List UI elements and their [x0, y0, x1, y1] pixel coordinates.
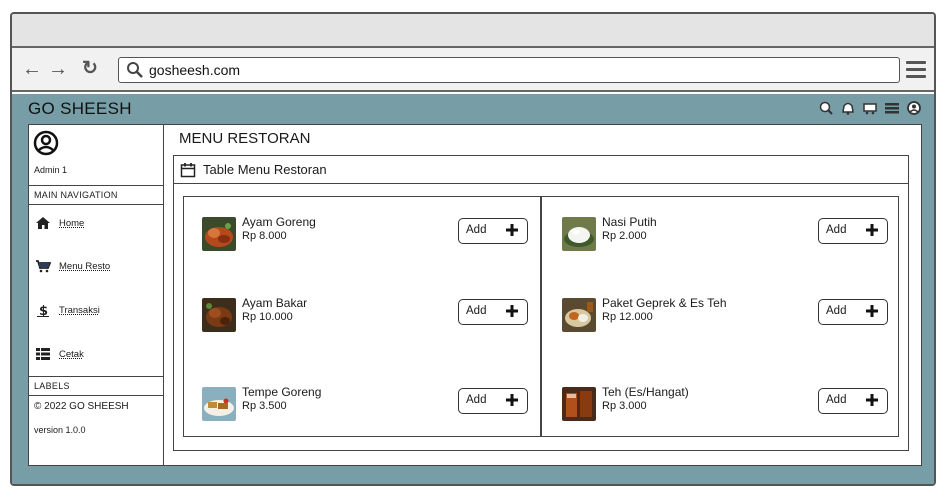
- sidebar-item-cetak[interactable]: Cetak: [35, 347, 84, 361]
- menu-item: Tempe Goreng Rp 3.500 Add: [202, 383, 542, 423]
- add-button-label: Add: [466, 224, 487, 236]
- add-button[interactable]: Add: [458, 299, 528, 325]
- search-icon: [127, 62, 143, 78]
- version-text: version 1.0.0: [34, 425, 86, 435]
- add-button-label: Add: [466, 394, 487, 406]
- calendar-icon: [180, 163, 196, 178]
- food-name: Ayam Goreng: [242, 215, 316, 229]
- arrow-right-icon[interactable]: →: [48, 58, 68, 80]
- plus-icon: [866, 224, 878, 236]
- sidebar-item-home[interactable]: Home: [35, 216, 84, 230]
- plus-icon: [866, 305, 878, 317]
- add-button-label: Add: [826, 305, 847, 317]
- menu-item: Ayam Goreng Rp 8.000 Add: [202, 213, 542, 253]
- add-button[interactable]: Add: [458, 388, 528, 414]
- food-name: Paket Geprek & Es Teh: [602, 296, 727, 310]
- user-icon[interactable]: [906, 101, 922, 115]
- add-button[interactable]: Add: [818, 388, 888, 414]
- plus-icon: [866, 394, 878, 406]
- menu-item: Nasi Putih Rp 2.000 Add: [562, 213, 902, 253]
- plus-icon: [506, 224, 518, 236]
- add-button[interactable]: Add: [818, 299, 888, 325]
- header-icons: [818, 101, 922, 115]
- food-price: Rp 10.000: [242, 311, 293, 323]
- home-icon: [36, 217, 50, 229]
- list-icon[interactable]: [884, 101, 900, 115]
- food-image-ayam-goreng: [202, 217, 236, 251]
- browser-window: ← → ↻ gosheesh.com GO SHEESH Admin 1 MAI…: [10, 12, 936, 486]
- add-button-label: Add: [466, 305, 487, 317]
- menu-item: Ayam Bakar Rp 10.000 Add: [202, 294, 542, 334]
- hamburger-menu-icon[interactable]: [906, 61, 926, 82]
- sidebar-item-label: Home: [59, 217, 85, 229]
- browser-toolbar: ← → ↻ gosheesh.com: [12, 48, 934, 92]
- arrow-left-icon[interactable]: ←: [22, 58, 42, 80]
- food-price: Rp 12.000: [602, 311, 653, 323]
- menu-item: Paket Geprek & Es Teh Rp 12.000 Add: [562, 294, 902, 334]
- sidebar-item-label: Cetak: [59, 348, 84, 360]
- reload-icon[interactable]: ↻: [82, 58, 98, 80]
- food-price: Rp 2.000: [602, 230, 647, 242]
- bell-icon[interactable]: [840, 101, 856, 115]
- food-price: Rp 3.500: [242, 400, 287, 412]
- menu-panel: Table Menu Restoran Ayam Goreng Rp 8.000…: [173, 155, 909, 451]
- add-button[interactable]: Add: [458, 218, 528, 244]
- food-image-ayam-bakar: [202, 298, 236, 332]
- plus-icon: [506, 394, 518, 406]
- food-image-teh: [562, 387, 596, 421]
- url-text: gosheesh.com: [149, 62, 241, 78]
- sidebar-item-label: Transaksi: [59, 304, 100, 316]
- food-name: Teh (Es/Hangat): [602, 385, 689, 399]
- food-image-nasi-putih: [562, 217, 596, 251]
- food-name: Nasi Putih: [602, 215, 657, 229]
- food-name: Ayam Bakar: [242, 296, 308, 310]
- panel-header: Table Menu Restoran: [174, 156, 908, 184]
- labels-header: LABELS: [29, 376, 163, 396]
- food-price: Rp 8.000: [242, 230, 287, 242]
- sidebar-item-menu-resto[interactable]: Menu Resto: [35, 259, 110, 273]
- app-area: GO SHEESH Admin 1 MAIN NAVIGATION Home M…: [12, 94, 934, 484]
- sidebar-item-label: Menu Resto: [59, 260, 111, 272]
- search-icon[interactable]: [818, 101, 834, 115]
- app-header: GO SHEESH: [12, 94, 934, 124]
- add-button[interactable]: Add: [818, 218, 888, 244]
- page-title: MENU RESTORAN: [179, 130, 311, 147]
- main-navigation-header: MAIN NAVIGATION: [29, 185, 163, 205]
- menu-item: Teh (Es/Hangat) Rp 3.000 Add: [562, 383, 902, 423]
- svg-text:$: $: [39, 304, 48, 317]
- panel-title: Table Menu Restoran: [203, 162, 327, 177]
- plus-icon: [506, 305, 518, 317]
- cart-icon[interactable]: [862, 101, 878, 115]
- food-price: Rp 3.000: [602, 400, 647, 412]
- menu-table: Ayam Goreng Rp 8.000 Add Nasi Putih Rp 2…: [183, 196, 899, 437]
- cart-icon: [36, 260, 51, 273]
- sidebar-item-transaksi[interactable]: $ Transaksi: [35, 303, 100, 317]
- sidebar: Admin 1 MAIN NAVIGATION Home Menu Resto …: [28, 124, 164, 466]
- table-icon: [36, 348, 50, 360]
- title-bar: [12, 14, 934, 48]
- avatar-user-icon[interactable]: [33, 130, 59, 156]
- food-image-tempe-goreng: [202, 387, 236, 421]
- dollar-icon: $: [37, 304, 49, 317]
- main-content: MENU RESTORAN Table Menu Restoran Ayam G…: [164, 124, 922, 466]
- brand-logo[interactable]: GO SHEESH: [28, 99, 132, 119]
- add-button-label: Add: [826, 224, 847, 236]
- food-image-paket-geprek: [562, 298, 596, 332]
- copyright-text: © 2022 GO SHEESH: [34, 401, 129, 412]
- food-name: Tempe Goreng: [242, 385, 322, 399]
- admin-name: Admin 1: [34, 165, 68, 175]
- address-bar[interactable]: gosheesh.com: [118, 57, 900, 83]
- add-button-label: Add: [826, 394, 847, 406]
